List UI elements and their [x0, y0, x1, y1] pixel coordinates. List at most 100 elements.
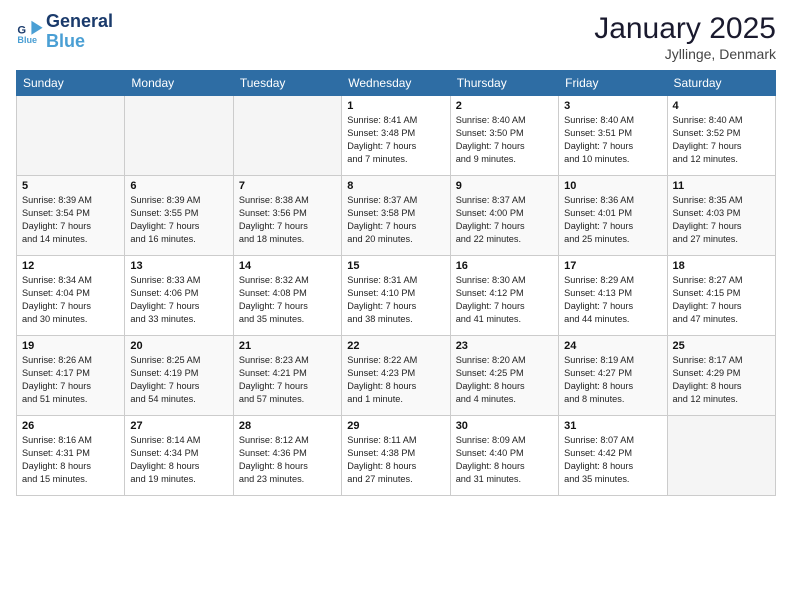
day-number: 15	[347, 260, 444, 272]
day-number: 20	[130, 340, 227, 352]
table-row: 2 Sunrise: 8:40 AM Sunset: 3:50 PM Daylig…	[450, 96, 558, 176]
day-number: 5	[22, 180, 119, 192]
table-row: 12 Sunrise: 8:34 AM Sunset: 4:04 PM Dayli…	[17, 256, 125, 336]
day-info: Sunrise: 8:36 AM Sunset: 4:01 PM Dayligh…	[564, 194, 661, 246]
day-info: Sunrise: 8:37 AM Sunset: 4:00 PM Dayligh…	[456, 194, 553, 246]
day-info: Sunrise: 8:30 AM Sunset: 4:12 PM Dayligh…	[456, 274, 553, 326]
day-number: 25	[673, 340, 770, 352]
table-row: 11 Sunrise: 8:35 AM Sunset: 4:03 PM Dayli…	[667, 176, 775, 256]
day-info: Sunrise: 8:22 AM Sunset: 4:23 PM Dayligh…	[347, 354, 444, 406]
table-row: 13 Sunrise: 8:33 AM Sunset: 4:06 PM Dayli…	[125, 256, 233, 336]
day-info: Sunrise: 8:12 AM Sunset: 4:36 PM Dayligh…	[239, 434, 336, 486]
table-row: 15 Sunrise: 8:31 AM Sunset: 4:10 PM Dayli…	[342, 256, 450, 336]
day-number: 14	[239, 260, 336, 272]
table-row: 31Sunrise: 8:07 AM Sunset: 4:42 PM Dayli…	[559, 416, 667, 496]
header-row: Sunday Monday Tuesday Wednesday Thursday…	[17, 71, 776, 96]
week-row: 19Sunrise: 8:26 AM Sunset: 4:17 PM Dayli…	[17, 336, 776, 416]
day-info: Sunrise: 8:40 AM Sunset: 3:52 PM Dayligh…	[673, 114, 770, 166]
page: G Blue General Blue January 2025 Jylling…	[0, 0, 792, 612]
table-row: 19Sunrise: 8:26 AM Sunset: 4:17 PM Dayli…	[17, 336, 125, 416]
col-thursday: Thursday	[450, 71, 558, 96]
col-monday: Monday	[125, 71, 233, 96]
day-info: Sunrise: 8:11 AM Sunset: 4:38 PM Dayligh…	[347, 434, 444, 486]
day-number: 27	[130, 420, 227, 432]
table-row: 10Sunrise: 8:36 AM Sunset: 4:01 PM Dayli…	[559, 176, 667, 256]
day-number: 11	[673, 180, 770, 192]
week-row: 5 Sunrise: 8:39 AM Sunset: 3:54 PM Daylig…	[17, 176, 776, 256]
day-info: Sunrise: 8:32 AM Sunset: 4:08 PM Dayligh…	[239, 274, 336, 326]
day-number: 12	[22, 260, 119, 272]
calendar-table: Sunday Monday Tuesday Wednesday Thursday…	[16, 70, 776, 496]
day-number: 4	[673, 100, 770, 112]
day-number: 21	[239, 340, 336, 352]
day-number: 17	[564, 260, 661, 272]
logo-icon: G Blue	[16, 18, 44, 46]
table-row	[17, 96, 125, 176]
day-number: 24	[564, 340, 661, 352]
col-wednesday: Wednesday	[342, 71, 450, 96]
svg-text:Blue: Blue	[17, 35, 37, 45]
table-row: 21 Sunrise: 8:23 AM Sunset: 4:21 PM Dayli…	[233, 336, 341, 416]
day-number: 29	[347, 420, 444, 432]
day-info: Sunrise: 8:38 AM Sunset: 3:56 PM Dayligh…	[239, 194, 336, 246]
week-row: 12 Sunrise: 8:34 AM Sunset: 4:04 PM Dayli…	[17, 256, 776, 336]
day-number: 13	[130, 260, 227, 272]
table-row: 4 Sunrise: 8:40 AM Sunset: 3:52 PM Daylig…	[667, 96, 775, 176]
table-row: 27Sunrise: 8:14 AM Sunset: 4:34 PM Dayli…	[125, 416, 233, 496]
day-info: Sunrise: 8:39 AM Sunset: 3:54 PM Dayligh…	[22, 194, 119, 246]
day-number: 31	[564, 420, 661, 432]
day-info: Sunrise: 8:41 AM Sunset: 3:48 PM Dayligh…	[347, 114, 444, 166]
title-block: January 2025 Jyllinge, Denmark	[594, 12, 776, 62]
day-number: 30	[456, 420, 553, 432]
table-row: 26Sunrise: 8:16 AM Sunset: 4:31 PM Dayli…	[17, 416, 125, 496]
table-row: 30Sunrise: 8:09 AM Sunset: 4:40 PM Dayli…	[450, 416, 558, 496]
day-number: 28	[239, 420, 336, 432]
day-info: Sunrise: 8:34 AM Sunset: 4:04 PM Dayligh…	[22, 274, 119, 326]
week-row: 26Sunrise: 8:16 AM Sunset: 4:31 PM Dayli…	[17, 416, 776, 496]
day-info: Sunrise: 8:33 AM Sunset: 4:06 PM Dayligh…	[130, 274, 227, 326]
table-row: 28 Sunrise: 8:12 AM Sunset: 4:36 PM Dayli…	[233, 416, 341, 496]
week-row: 1Sunrise: 8:41 AM Sunset: 3:48 PM Daylig…	[17, 96, 776, 176]
day-info: Sunrise: 8:35 AM Sunset: 4:03 PM Dayligh…	[673, 194, 770, 246]
logo: G Blue General Blue	[16, 12, 113, 52]
table-row: 5 Sunrise: 8:39 AM Sunset: 3:54 PM Daylig…	[17, 176, 125, 256]
day-number: 16	[456, 260, 553, 272]
day-info: Sunrise: 8:27 AM Sunset: 4:15 PM Dayligh…	[673, 274, 770, 326]
table-row: 17 Sunrise: 8:29 AM Sunset: 4:13 PM Dayli…	[559, 256, 667, 336]
day-number: 2	[456, 100, 553, 112]
table-row: 18 Sunrise: 8:27 AM Sunset: 4:15 PM Dayli…	[667, 256, 775, 336]
day-number: 8	[347, 180, 444, 192]
table-row: 20Sunrise: 8:25 AM Sunset: 4:19 PM Dayli…	[125, 336, 233, 416]
day-info: Sunrise: 8:37 AM Sunset: 3:58 PM Dayligh…	[347, 194, 444, 246]
day-info: Sunrise: 8:29 AM Sunset: 4:13 PM Dayligh…	[564, 274, 661, 326]
day-number: 19	[22, 340, 119, 352]
day-number: 18	[673, 260, 770, 272]
day-info: Sunrise: 8:39 AM Sunset: 3:55 PM Dayligh…	[130, 194, 227, 246]
day-info: Sunrise: 8:19 AM Sunset: 4:27 PM Dayligh…	[564, 354, 661, 406]
day-info: Sunrise: 8:23 AM Sunset: 4:21 PM Dayligh…	[239, 354, 336, 406]
day-info: Sunrise: 8:20 AM Sunset: 4:25 PM Dayligh…	[456, 354, 553, 406]
col-sunday: Sunday	[17, 71, 125, 96]
table-row: 6Sunrise: 8:39 AM Sunset: 3:55 PM Daylig…	[125, 176, 233, 256]
col-friday: Friday	[559, 71, 667, 96]
day-info: Sunrise: 8:40 AM Sunset: 3:50 PM Dayligh…	[456, 114, 553, 166]
day-number: 9	[456, 180, 553, 192]
day-info: Sunrise: 8:17 AM Sunset: 4:29 PM Dayligh…	[673, 354, 770, 406]
table-row	[125, 96, 233, 176]
table-row	[667, 416, 775, 496]
col-saturday: Saturday	[667, 71, 775, 96]
table-row: 23 Sunrise: 8:20 AM Sunset: 4:25 PM Dayli…	[450, 336, 558, 416]
table-row: 3Sunrise: 8:40 AM Sunset: 3:51 PM Daylig…	[559, 96, 667, 176]
day-number: 23	[456, 340, 553, 352]
table-row: 14 Sunrise: 8:32 AM Sunset: 4:08 PM Dayli…	[233, 256, 341, 336]
header: G Blue General Blue January 2025 Jylling…	[16, 12, 776, 62]
table-row: 16 Sunrise: 8:30 AM Sunset: 4:12 PM Dayli…	[450, 256, 558, 336]
table-row: 9 Sunrise: 8:37 AM Sunset: 4:00 PM Daylig…	[450, 176, 558, 256]
day-info: Sunrise: 8:31 AM Sunset: 4:10 PM Dayligh…	[347, 274, 444, 326]
table-row: 29 Sunrise: 8:11 AM Sunset: 4:38 PM Dayli…	[342, 416, 450, 496]
day-number: 3	[564, 100, 661, 112]
logo-blue: Blue	[46, 32, 113, 52]
logo-general: General	[46, 12, 113, 32]
col-tuesday: Tuesday	[233, 71, 341, 96]
table-row: 22Sunrise: 8:22 AM Sunset: 4:23 PM Dayli…	[342, 336, 450, 416]
